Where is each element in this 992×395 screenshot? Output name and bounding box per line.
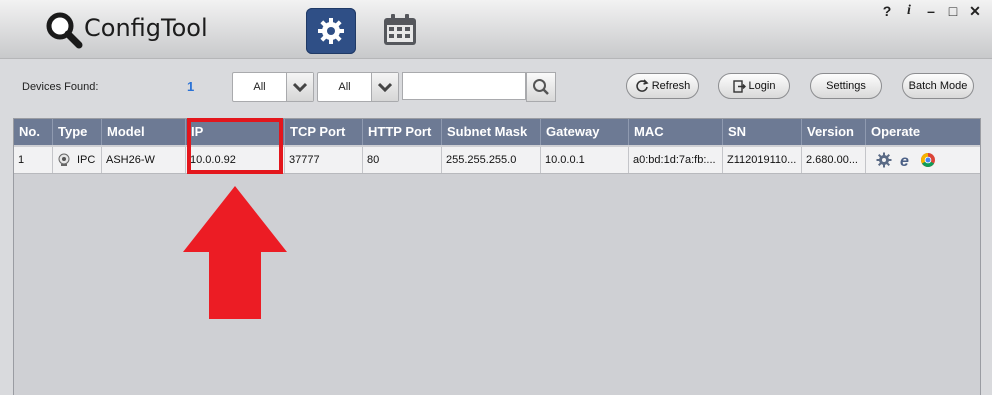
login-icon bbox=[732, 79, 746, 93]
login-button[interactable]: Login bbox=[718, 73, 790, 99]
cell-operate: e bbox=[866, 147, 980, 173]
cell-model: ASH26-W bbox=[102, 147, 186, 173]
help-button[interactable]: ? bbox=[880, 3, 894, 20]
chevron-down-icon[interactable] bbox=[286, 73, 313, 101]
login-label: Login bbox=[748, 80, 776, 92]
filter-select-1-value: All bbox=[253, 81, 266, 93]
col-header-mac[interactable]: MAC bbox=[629, 119, 723, 145]
col-header-subnet-mask[interactable]: Subnet Mask bbox=[442, 119, 541, 145]
red-up-arrow-icon bbox=[183, 186, 287, 319]
title-bar: ConfigTool ? i – □ ✕ bbox=[0, 0, 992, 59]
filter-select-2[interactable]: All bbox=[317, 72, 399, 102]
table-header: No. Type Model IP TCP Port HTTP Port Sub… bbox=[14, 119, 980, 145]
settings-label: Settings bbox=[826, 80, 866, 92]
cell-type: IPC bbox=[53, 147, 102, 173]
col-header-tcp-port[interactable]: TCP Port bbox=[285, 119, 363, 145]
cell-subnet-mask: 255.255.255.0 bbox=[442, 147, 541, 173]
search-input[interactable] bbox=[402, 72, 526, 100]
batch-mode-button[interactable]: Batch Mode bbox=[902, 73, 974, 99]
col-header-sn[interactable]: SN bbox=[723, 119, 802, 145]
gear-icon[interactable] bbox=[876, 152, 892, 168]
cell-gateway: 10.0.0.1 bbox=[541, 147, 629, 173]
col-header-operate: Operate bbox=[871, 124, 921, 139]
settings-button[interactable]: Settings bbox=[810, 73, 882, 99]
cell-mac: a0:bd:1d:7a:fb:... bbox=[629, 147, 723, 173]
close-button[interactable]: ✕ bbox=[968, 3, 982, 20]
app-title: ConfigTool bbox=[84, 14, 208, 42]
chevron-down-icon[interactable] bbox=[371, 73, 398, 101]
tab-calendar[interactable] bbox=[380, 10, 420, 50]
cell-tcp-port: 37777 bbox=[285, 147, 363, 173]
cell-http-port: 80 bbox=[363, 147, 442, 173]
devices-found-label: Devices Found: bbox=[22, 81, 99, 93]
chrome-browser-icon[interactable] bbox=[920, 152, 936, 168]
col-header-version[interactable]: Version bbox=[802, 119, 866, 145]
info-button[interactable]: i bbox=[902, 3, 916, 20]
ie-browser-icon[interactable]: e bbox=[898, 152, 914, 168]
search-button[interactable] bbox=[526, 72, 556, 102]
search-icon bbox=[533, 79, 549, 95]
table-row[interactable]: 1 IPC ASH26-W 10.0.0.92 37777 80 255.255… bbox=[14, 147, 980, 174]
filter-select-2-value: All bbox=[338, 81, 351, 93]
window-controls: ? i – □ ✕ bbox=[880, 3, 982, 20]
maximize-button[interactable]: □ bbox=[946, 3, 960, 20]
batch-mode-label: Batch Mode bbox=[908, 80, 968, 92]
tab-settings[interactable] bbox=[306, 8, 356, 54]
refresh-label: Refresh bbox=[651, 80, 691, 92]
cell-type-label: IPC bbox=[77, 154, 96, 166]
cell-version: 2.680.00... bbox=[802, 147, 866, 173]
minimize-button[interactable]: – bbox=[924, 3, 938, 20]
col-header-type[interactable]: Type bbox=[53, 119, 102, 145]
refresh-icon bbox=[636, 79, 649, 92]
toolbar: Devices Found: 1 All All Refresh Login S… bbox=[0, 59, 992, 117]
device-table: No. Type Model IP TCP Port HTTP Port Sub… bbox=[13, 118, 981, 395]
svg-text:e: e bbox=[900, 153, 909, 168]
devices-found-count: 1 bbox=[187, 79, 195, 94]
col-header-gateway[interactable]: Gateway bbox=[541, 119, 629, 145]
refresh-button[interactable]: Refresh bbox=[626, 73, 699, 99]
filter-select-1[interactable]: All bbox=[232, 72, 314, 102]
gear-icon bbox=[318, 18, 344, 44]
ip-highlight-box bbox=[187, 118, 283, 174]
col-header-http-port[interactable]: HTTP Port bbox=[363, 119, 442, 145]
cell-no: 1 bbox=[14, 147, 53, 173]
col-header-model[interactable]: Model bbox=[102, 119, 186, 145]
cell-sn: Z112019110... bbox=[723, 147, 802, 173]
col-header-no[interactable]: No. bbox=[14, 119, 53, 145]
camera-icon bbox=[58, 153, 70, 166]
magnifier-logo-icon bbox=[46, 12, 83, 49]
calendar-icon bbox=[384, 14, 416, 45]
